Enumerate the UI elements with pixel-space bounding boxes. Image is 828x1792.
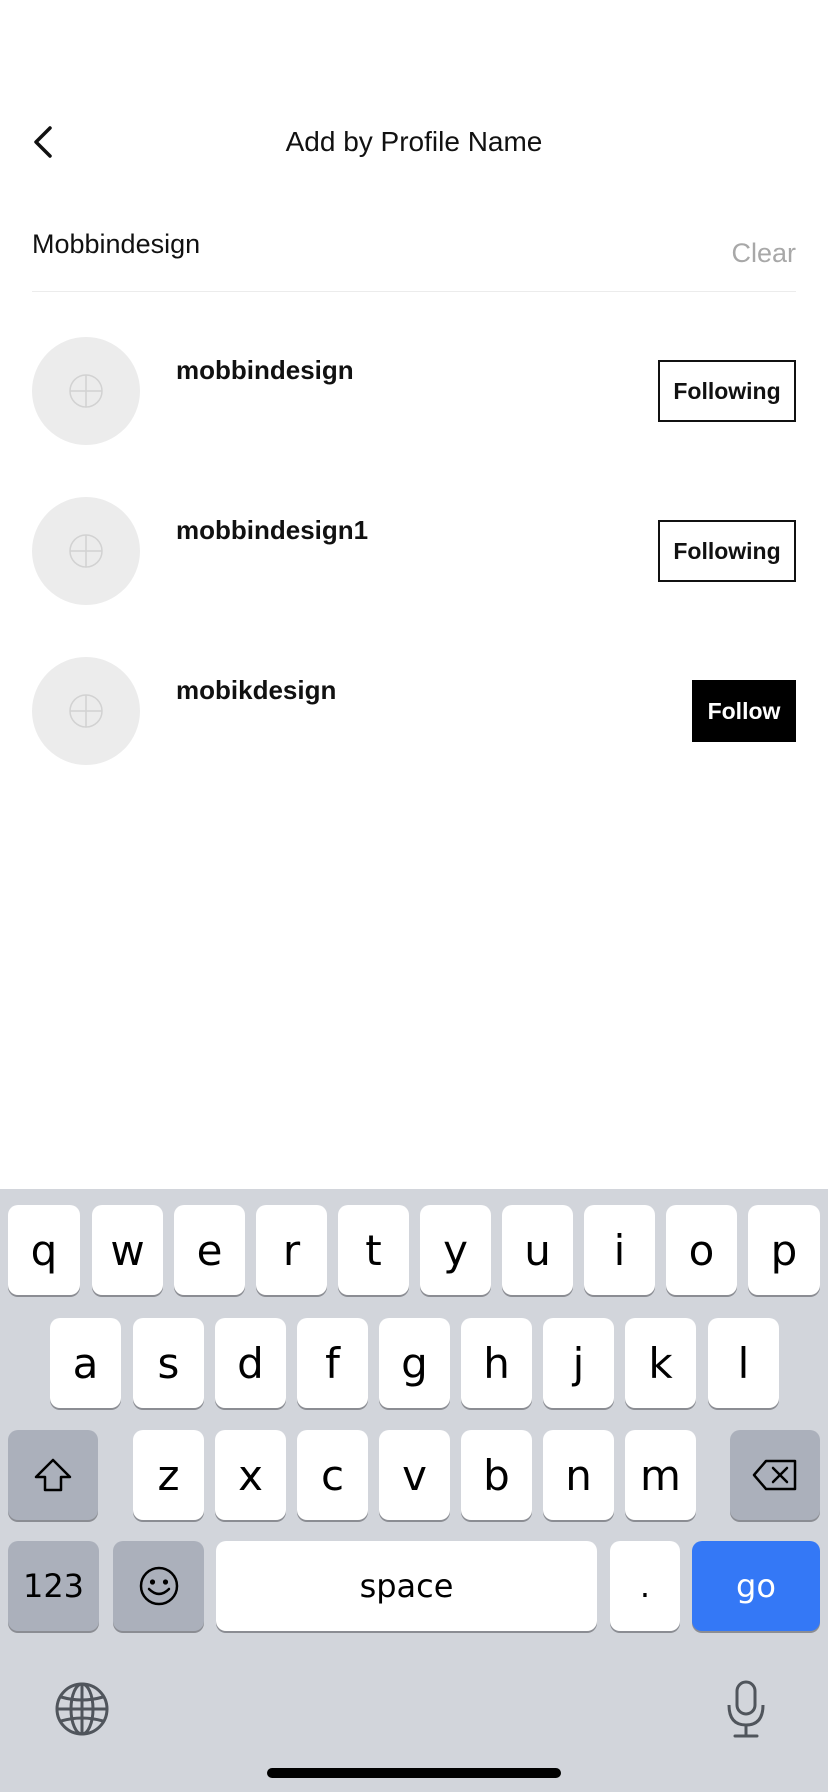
key-w[interactable]: w	[92, 1205, 163, 1295]
key-v[interactable]: v	[379, 1430, 450, 1520]
backspace-key[interactable]	[730, 1430, 820, 1520]
key-k[interactable]: k	[625, 1318, 696, 1408]
period-key[interactable]: .	[610, 1541, 680, 1631]
username: mobikdesign	[176, 675, 337, 705]
key-g[interactable]: g	[379, 1318, 450, 1408]
key-m[interactable]: m	[625, 1430, 696, 1520]
microphone-icon	[727, 1680, 765, 1738]
key-p[interactable]: p	[748, 1205, 820, 1295]
list-item[interactable]: mobbindesign Following	[32, 337, 796, 445]
space-key[interactable]: space	[216, 1541, 597, 1631]
go-key[interactable]: go	[692, 1541, 820, 1631]
keyboard: q w e r t y u i o p a s d f g h j k l z …	[0, 1189, 828, 1792]
placeholder-avatar-icon	[69, 534, 103, 568]
avatar	[32, 497, 140, 605]
shift-arrow-icon	[34, 1458, 72, 1492]
avatar	[32, 337, 140, 445]
page-title: Add by Profile Name	[285, 126, 543, 157]
key-e[interactable]: e	[174, 1205, 245, 1295]
key-t[interactable]: t	[338, 1205, 409, 1295]
following-button[interactable]: Following	[658, 360, 796, 422]
shift-key[interactable]	[8, 1430, 98, 1520]
search-input[interactable]	[32, 218, 632, 292]
dictation-button[interactable]	[716, 1679, 776, 1739]
key-n[interactable]: n	[543, 1430, 614, 1520]
emoji-key[interactable]	[113, 1541, 204, 1631]
avatar	[32, 657, 140, 765]
username: mobbindesign	[176, 355, 354, 385]
key-b[interactable]: b	[461, 1430, 532, 1520]
backspace-icon	[752, 1459, 797, 1491]
numbers-key[interactable]: 123	[8, 1541, 99, 1631]
placeholder-avatar-icon	[69, 694, 103, 728]
key-c[interactable]: c	[297, 1430, 368, 1520]
key-u[interactable]: u	[502, 1205, 573, 1295]
key-j[interactable]: j	[543, 1318, 614, 1408]
key-z[interactable]: z	[133, 1430, 204, 1520]
globe-icon	[55, 1682, 109, 1736]
key-l[interactable]: l	[708, 1318, 779, 1408]
key-o[interactable]: o	[666, 1205, 737, 1295]
key-d[interactable]: d	[215, 1318, 286, 1408]
nav-header: Add by Profile Name	[0, 100, 828, 188]
key-q[interactable]: q	[8, 1205, 80, 1295]
key-f[interactable]: f	[297, 1318, 368, 1408]
key-h[interactable]: h	[461, 1318, 532, 1408]
clear-button[interactable]: Clear	[731, 238, 796, 269]
placeholder-avatar-icon	[69, 374, 103, 408]
key-r[interactable]: r	[256, 1205, 327, 1295]
globe-button[interactable]	[52, 1679, 112, 1739]
key-a[interactable]: a	[50, 1318, 121, 1408]
key-x[interactable]: x	[215, 1430, 286, 1520]
list-item[interactable]: mobbindesign1 Following	[32, 497, 796, 605]
following-button[interactable]: Following	[658, 520, 796, 582]
list-item[interactable]: mobikdesign Follow	[32, 657, 796, 765]
username: mobbindesign1	[176, 515, 369, 545]
search-row: Clear	[32, 218, 796, 292]
key-i[interactable]: i	[584, 1205, 655, 1295]
emoji-icon	[139, 1566, 178, 1606]
home-indicator	[267, 1768, 561, 1778]
follow-button[interactable]: Follow	[692, 680, 796, 742]
key-y[interactable]: y	[420, 1205, 491, 1295]
key-s[interactable]: s	[133, 1318, 204, 1408]
